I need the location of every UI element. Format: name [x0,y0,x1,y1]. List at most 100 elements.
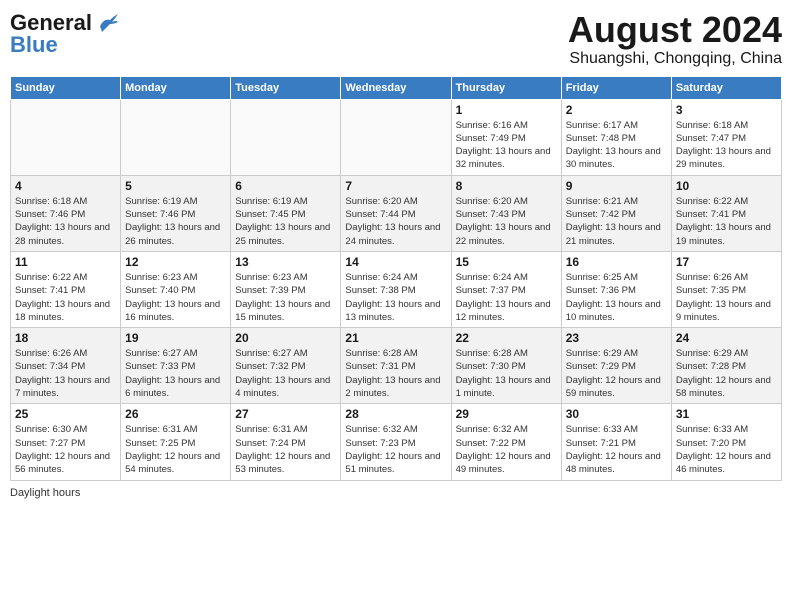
day-number: 18 [15,331,116,345]
day-number: 27 [235,407,336,421]
day-number: 4 [15,179,116,193]
day-info: Sunrise: 6:18 AMSunset: 7:47 PMDaylight:… [676,119,777,172]
day-number: 22 [456,331,557,345]
calendar-cell: 17Sunrise: 6:26 AMSunset: 7:35 PMDayligh… [671,251,781,327]
day-number: 25 [15,407,116,421]
day-number: 23 [566,331,667,345]
day-info: Sunrise: 6:23 AMSunset: 7:39 PMDaylight:… [235,271,336,324]
calendar-cell: 29 Sunrise: 6:32 AMSunset: 7:22 PMDayligh… [451,404,561,480]
day-number: 28 [345,407,446,421]
day-info: Sunrise: 6:33 AMSunset: 7:20 PMDaylight:… [676,423,777,476]
day-number: 17 [676,255,777,269]
calendar-cell: 23 Sunrise: 6:29 AMSunset: 7:29 PMDayligh… [561,328,671,404]
calendar-cell: 31 Sunrise: 6:33 AMSunset: 7:20 PMDayligh… [671,404,781,480]
calendar-week-row: 18 Sunrise: 6:26 AMSunset: 7:34 PMDayligh… [11,328,782,404]
day-info: Sunrise: 6:32 AMSunset: 7:23 PMDaylight:… [345,423,446,476]
logo: General Blue [10,10,118,58]
day-info: Sunrise: 6:27 AMSunset: 7:33 PMDaylight:… [125,347,226,400]
calendar-day-header: Tuesday [231,76,341,99]
calendar-cell: 26Sunrise: 6:31 AMSunset: 7:25 PMDayligh… [121,404,231,480]
day-number: 30 [566,407,667,421]
day-info: Sunrise: 6:28 AMSunset: 7:30 PMDaylight:… [456,347,557,400]
day-info: Sunrise: 6:20 AMSunset: 7:43 PMDaylight:… [456,195,557,248]
calendar-day-header: Sunday [11,76,121,99]
calendar-cell: 5 Sunrise: 6:19 AMSunset: 7:46 PMDaylight… [121,175,231,251]
day-info: Sunrise: 6:31 AMSunset: 7:24 PMDaylight:… [235,423,336,476]
calendar-week-row: 25 Sunrise: 6:30 AMSunset: 7:27 PMDayligh… [11,404,782,480]
calendar-cell: 4 Sunrise: 6:18 AMSunset: 7:46 PMDaylight… [11,175,121,251]
day-info: Sunrise: 6:21 AMSunset: 7:42 PMDaylight:… [566,195,667,248]
day-info: Sunrise: 6:29 AMSunset: 7:29 PMDaylight:… [566,347,667,400]
calendar-cell: 15 Sunrise: 6:24 AMSunset: 7:37 PMDayligh… [451,251,561,327]
day-number: 3 [676,103,777,117]
day-number: 29 [456,407,557,421]
calendar-cell [231,99,341,175]
title-block: August 2024 Shuangshi, Chongqing, China [568,10,782,68]
day-number: 14 [345,255,446,269]
day-info: Sunrise: 6:20 AMSunset: 7:44 PMDaylight:… [345,195,446,248]
calendar-cell [121,99,231,175]
day-number: 10 [676,179,777,193]
calendar-day-header: Saturday [671,76,781,99]
day-info: Sunrise: 6:22 AMSunset: 7:41 PMDaylight:… [676,195,777,248]
calendar-cell: 21 Sunrise: 6:28 AMSunset: 7:31 PMDayligh… [341,328,451,404]
day-number: 21 [345,331,446,345]
page-subtitle: Shuangshi, Chongqing, China [568,50,782,68]
day-number: 5 [125,179,226,193]
calendar-cell: 25 Sunrise: 6:30 AMSunset: 7:27 PMDayligh… [11,404,121,480]
day-info: Sunrise: 6:22 AMSunset: 7:41 PMDaylight:… [15,271,116,324]
day-info: Sunrise: 6:32 AMSunset: 7:22 PMDaylight:… [456,423,557,476]
calendar-day-header: Monday [121,76,231,99]
calendar-day-header: Wednesday [341,76,451,99]
day-number: 20 [235,331,336,345]
day-info: Sunrise: 6:33 AMSunset: 7:21 PMDaylight:… [566,423,667,476]
day-number: 11 [15,255,116,269]
day-number: 19 [125,331,226,345]
calendar-cell: 24Sunrise: 6:29 AMSunset: 7:28 PMDayligh… [671,328,781,404]
logo-blue: Blue [10,32,58,58]
calendar-cell: 16Sunrise: 6:25 AMSunset: 7:36 PMDayligh… [561,251,671,327]
calendar-cell: 14 Sunrise: 6:24 AMSunset: 7:38 PMDayligh… [341,251,451,327]
page-header: General Blue August 2024 Shuangshi, Chon… [10,10,782,68]
calendar-header-row: SundayMondayTuesdayWednesdayThursdayFrid… [11,76,782,99]
calendar-table: SundayMondayTuesdayWednesdayThursdayFrid… [10,76,782,481]
day-info: Sunrise: 6:25 AMSunset: 7:36 PMDaylight:… [566,271,667,324]
day-info: Sunrise: 6:26 AMSunset: 7:34 PMDaylight:… [15,347,116,400]
calendar-cell: 19 Sunrise: 6:27 AMSunset: 7:33 PMDayligh… [121,328,231,404]
calendar-cell [341,99,451,175]
calendar-cell: 27 Sunrise: 6:31 AMSunset: 7:24 PMDayligh… [231,404,341,480]
calendar-cell: 8 Sunrise: 6:20 AMSunset: 7:43 PMDaylight… [451,175,561,251]
day-number: 13 [235,255,336,269]
calendar-week-row: 1 Sunrise: 6:16 AMSunset: 7:49 PMDaylight… [11,99,782,175]
calendar-cell: 11 Sunrise: 6:22 AMSunset: 7:41 PMDayligh… [11,251,121,327]
day-info: Sunrise: 6:24 AMSunset: 7:38 PMDaylight:… [345,271,446,324]
calendar-day-header: Friday [561,76,671,99]
day-info: Sunrise: 6:16 AMSunset: 7:49 PMDaylight:… [456,119,557,172]
footer: Daylight hours [10,487,782,499]
day-number: 15 [456,255,557,269]
day-info: Sunrise: 6:30 AMSunset: 7:27 PMDaylight:… [15,423,116,476]
day-info: Sunrise: 6:24 AMSunset: 7:37 PMDaylight:… [456,271,557,324]
day-info: Sunrise: 6:28 AMSunset: 7:31 PMDaylight:… [345,347,446,400]
calendar-cell: 6Sunrise: 6:19 AMSunset: 7:45 PMDaylight… [231,175,341,251]
calendar-cell: 2Sunrise: 6:17 AMSunset: 7:48 PMDaylight… [561,99,671,175]
day-info: Sunrise: 6:18 AMSunset: 7:46 PMDaylight:… [15,195,116,248]
calendar-cell: 30 Sunrise: 6:33 AMSunset: 7:21 PMDayligh… [561,404,671,480]
page-title: August 2024 [568,10,782,50]
day-number: 12 [125,255,226,269]
daylight-hours-label: Daylight hours [10,487,80,499]
day-info: Sunrise: 6:19 AMSunset: 7:46 PMDaylight:… [125,195,226,248]
calendar-cell: 1 Sunrise: 6:16 AMSunset: 7:49 PMDaylight… [451,99,561,175]
calendar-cell: 12Sunrise: 6:23 AMSunset: 7:40 PMDayligh… [121,251,231,327]
calendar-cell: 7Sunrise: 6:20 AMSunset: 7:44 PMDaylight… [341,175,451,251]
day-number: 26 [125,407,226,421]
day-number: 1 [456,103,557,117]
logo-bird-icon [96,14,118,32]
calendar-cell: 3 Sunrise: 6:18 AMSunset: 7:47 PMDaylight… [671,99,781,175]
day-number: 8 [456,179,557,193]
calendar-cell: 9 Sunrise: 6:21 AMSunset: 7:42 PMDaylight… [561,175,671,251]
calendar-cell: 28 Sunrise: 6:32 AMSunset: 7:23 PMDayligh… [341,404,451,480]
day-number: 9 [566,179,667,193]
calendar-cell [11,99,121,175]
day-number: 31 [676,407,777,421]
